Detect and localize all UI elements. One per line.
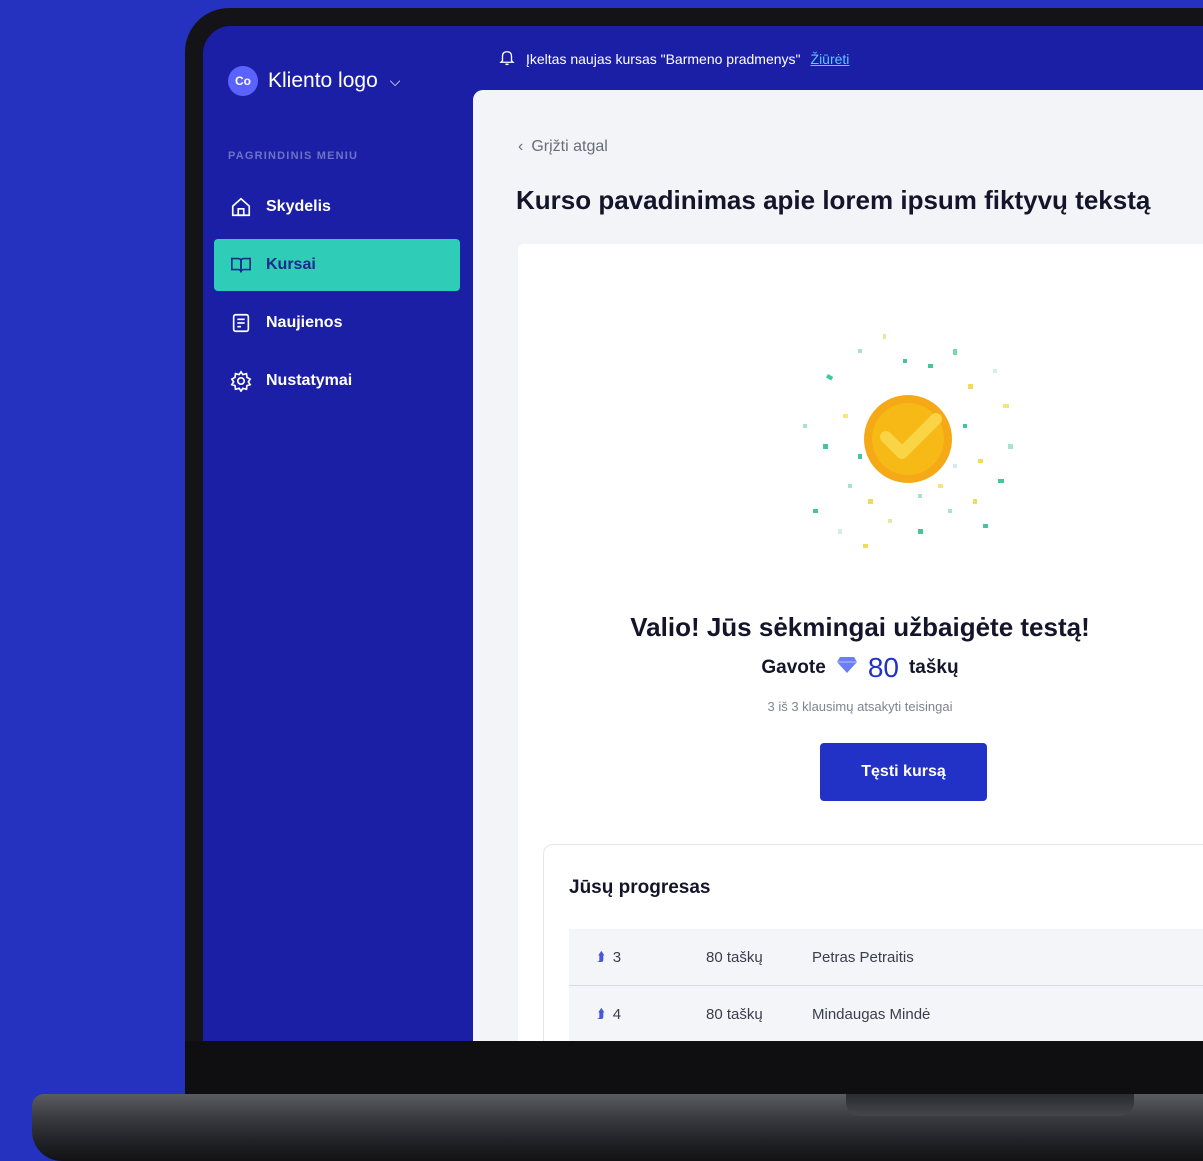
progress-card: Jūsų progresas ⮭ 3 80 taškų Petras Petra… (543, 844, 1203, 1041)
progress-title: Jūsų progresas (569, 877, 711, 898)
correct-answers-text: 3 iš 3 klausimų atsakyti teisingai (767, 699, 953, 714)
points-earned: Gavote 80 taškų (518, 652, 1202, 684)
menu-heading: PAGRINDINIS MENIU (228, 150, 359, 162)
brand-switcher[interactable]: Co Kliento logo ⌵ (228, 66, 400, 96)
rank-up-icon: ⮭ (597, 949, 605, 964)
rank-up-icon: ⮭ (597, 1006, 605, 1021)
name-cell: Mindaugas Mindė (812, 1005, 931, 1023)
brand-label: Kliento logo (268, 69, 378, 92)
back-label: Grįžti atgal (531, 138, 608, 155)
bell-icon (498, 48, 516, 69)
points-cell: 80 taškų (706, 1005, 763, 1023)
rank-value: 4 (612, 1005, 622, 1023)
news-icon (230, 312, 252, 334)
success-badge-illustration (803, 334, 1013, 548)
sidebar-item-label: Naujienos (266, 314, 343, 331)
rank-value: 3 (612, 948, 622, 966)
sidebar-item-naujienos[interactable]: Naujienos (214, 297, 460, 349)
sidebar-item-kursai[interactable]: Kursai (214, 239, 460, 291)
notification-link[interactable]: Žiūrėti (811, 51, 850, 67)
home-icon (230, 196, 252, 218)
rank-cell: ⮭ 4 (569, 1006, 706, 1023)
sidebar-menu: Skydelis Kursai Naujienos Nustatymai (214, 181, 460, 413)
rank-cell: ⮭ 3 (569, 949, 706, 966)
progress-table: ⮭ 3 80 taškų Petras Petraitis ⮭ 4 80 taš… (569, 929, 1203, 1041)
sidebar-item-label: Nustatymai (266, 372, 353, 389)
laptop-chin (185, 1041, 1203, 1097)
sidebar-item-label: Kursai (266, 256, 316, 273)
sidebar-item-label: Skydelis (266, 198, 331, 215)
points-suffix: taškų (908, 657, 959, 678)
notification-text: Įkeltas naujas kursas "Barmeno pradmenys… (526, 50, 801, 67)
page-title: Kurso pavadinimas apie lorem ipsum fikty… (516, 185, 1151, 215)
chevron-left-icon: ‹ (518, 138, 524, 155)
name-cell: Petras Petraitis (812, 948, 914, 966)
table-row: ⮭ 3 80 taškų Petras Petraitis (569, 929, 1203, 986)
points-prefix: Gavote (761, 657, 826, 678)
app-screen: Co Kliento logo ⌵ PAGRINDINIS MENIU Skyd… (203, 26, 1203, 1041)
success-title: Valio! Jūs sėkmingai užbaigėte testą! (630, 612, 1090, 642)
sidebar-item-skydelis[interactable]: Skydelis (214, 181, 460, 233)
brand-logo-icon: Co (228, 66, 258, 96)
diamond-icon (836, 656, 858, 680)
table-row: ⮭ 4 80 taškų Mindaugas Mindė (569, 986, 1203, 1041)
continue-course-button[interactable]: Tęsti kursą (820, 743, 987, 801)
gear-icon (230, 370, 252, 392)
laptop-notch (846, 1094, 1134, 1116)
sidebar: Co Kliento logo ⌵ PAGRINDINIS MENIU Skyd… (203, 26, 473, 1041)
notification-bar: Įkeltas naujas kursas "Barmeno pradmenys… (498, 48, 849, 69)
points-value: 80 (867, 652, 899, 683)
points-cell: 80 taškų (706, 948, 763, 966)
chevron-down-icon: ⌵ (389, 72, 401, 89)
sidebar-item-nustatymai[interactable]: Nustatymai (214, 355, 460, 407)
result-card: Valio! Jūs sėkmingai užbaigėte testą! Ga… (518, 244, 1203, 1041)
book-icon (230, 254, 252, 276)
back-link[interactable]: ‹ Grįžti atgal (518, 138, 608, 156)
main-content: ‹ Grįžti atgal Kurso pavadinimas apie lo… (473, 90, 1203, 1041)
